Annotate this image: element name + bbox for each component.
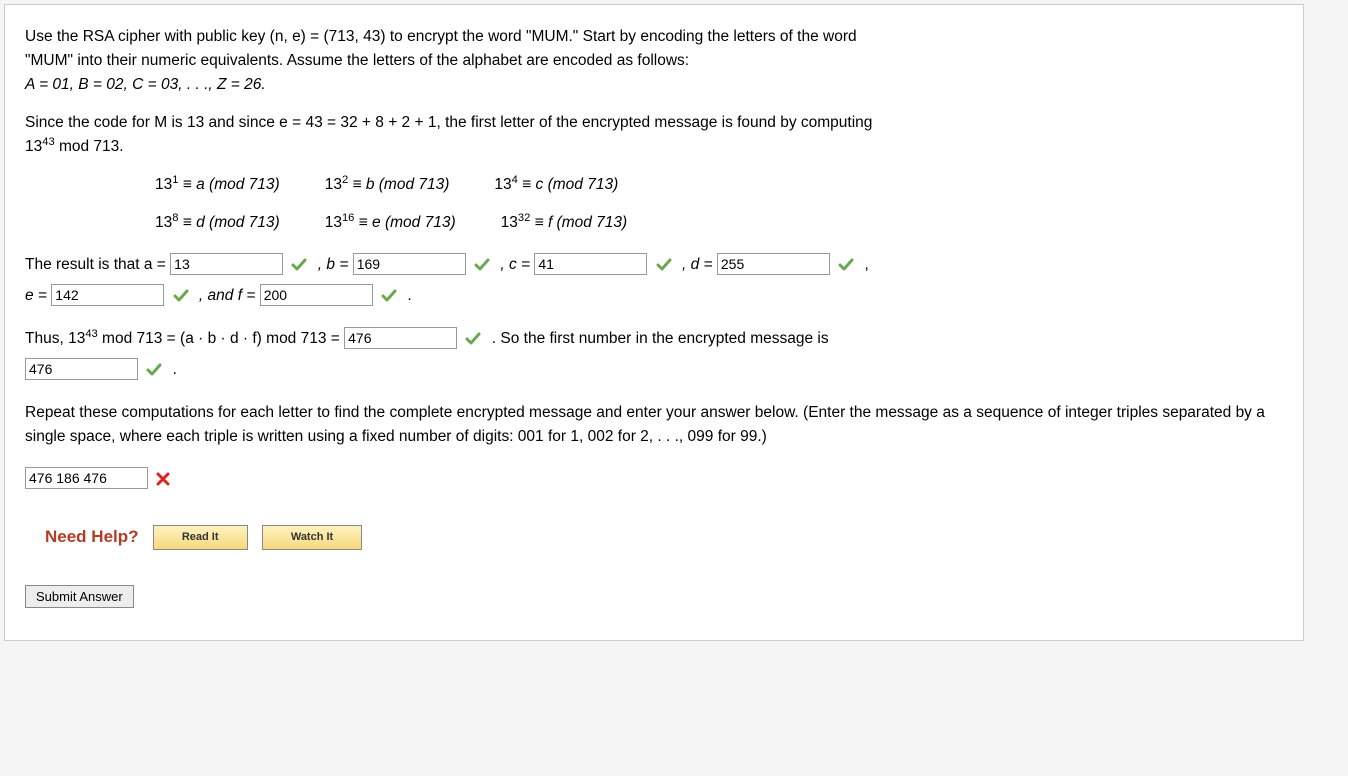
intro-text-3: A = 01, B = 02, C = 03, . . ., Z = 26.	[25, 76, 266, 93]
since-text-2: 1343 mod 713.	[25, 138, 124, 155]
d-trail: ,	[865, 256, 869, 273]
repeat-text: Repeat these computations for each lette…	[25, 401, 1283, 449]
b-lead: , b =	[318, 256, 353, 273]
check-icon	[474, 257, 490, 273]
cross-icon	[156, 472, 170, 486]
c-lead: , c =	[500, 256, 534, 273]
need-help-label: Need Help?	[45, 527, 139, 546]
result-lead: The result is that a =	[25, 256, 170, 273]
input-b[interactable]	[353, 253, 466, 275]
input-c[interactable]	[534, 253, 647, 275]
thus-lead: Thus, 13	[25, 330, 85, 347]
input-product[interactable]	[344, 327, 457, 349]
check-icon	[465, 331, 481, 347]
check-icon	[146, 362, 162, 378]
read-it-button[interactable]: Read It	[153, 525, 248, 550]
input-d[interactable]	[717, 253, 830, 275]
ans-trail: .	[173, 361, 177, 378]
intro-text-1: Use the RSA cipher with public key (n, e…	[25, 28, 857, 45]
since-text-1: Since the code for M is 13 and since e =…	[25, 114, 872, 131]
input-a[interactable]	[170, 253, 283, 275]
f-lead: , and f =	[199, 287, 260, 304]
thus-mid: mod 713 = (a · b · d · f) mod 713 =	[102, 330, 344, 347]
check-icon	[173, 288, 189, 304]
e-lead: e =	[25, 287, 51, 304]
equation-row-1: 131 ≡ a (mod 713) 132 ≡ b (mod 713) 134 …	[155, 173, 1283, 197]
input-final-answer[interactable]	[25, 467, 148, 489]
submit-answer-button[interactable]: Submit Answer	[25, 585, 134, 608]
check-icon	[381, 288, 397, 304]
d-lead: , d =	[682, 256, 717, 273]
f-trail: .	[407, 287, 411, 304]
watch-it-button[interactable]: Watch It	[262, 525, 362, 550]
check-icon	[838, 257, 854, 273]
equation-row-2: 138 ≡ d (mod 713) 1316 ≡ e (mod 713) 133…	[155, 211, 1283, 235]
check-icon	[656, 257, 672, 273]
thus-trail: . So the first number in the encrypted m…	[492, 330, 829, 347]
input-e[interactable]	[51, 284, 164, 306]
input-first-number[interactable]	[25, 358, 138, 380]
intro-text-2: "MUM" into their numeric equivalents. As…	[25, 52, 689, 69]
input-f[interactable]	[260, 284, 373, 306]
check-icon	[291, 257, 307, 273]
